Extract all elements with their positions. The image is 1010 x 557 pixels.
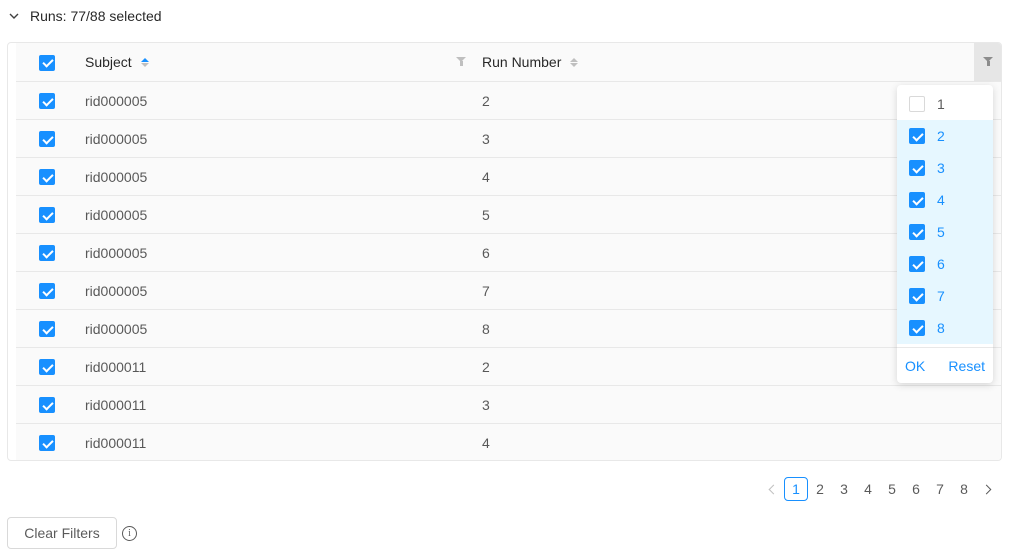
clear-filters-button[interactable]: Clear Filters — [7, 517, 117, 549]
row-select-cell — [16, 81, 78, 120]
row-select-cell — [16, 119, 78, 158]
filter-option-label: 3 — [937, 160, 945, 176]
subject-cell: rid000005 — [78, 119, 475, 158]
row-select-cell — [16, 347, 78, 386]
subject-filter-icon[interactable] — [447, 43, 475, 81]
subject-cell: rid000005 — [78, 81, 475, 120]
filter-reset-button[interactable]: Reset — [948, 358, 985, 374]
select-all-checkbox[interactable] — [39, 54, 55, 71]
page-item[interactable]: 4 — [856, 477, 880, 501]
filter-option[interactable]: 7 — [897, 280, 993, 312]
filter-option-checkbox[interactable] — [909, 96, 925, 112]
row-select-cell — [16, 195, 78, 234]
table-row[interactable]: rid000005 3 — [16, 119, 1001, 158]
table-row[interactable]: rid000011 4 — [16, 423, 1001, 461]
subject-cell: rid000011 — [85, 434, 147, 451]
runs-table: Subject Run Number rid000005 2 rid000005… — [7, 42, 1002, 461]
row-checkbox[interactable] — [39, 169, 55, 186]
filter-option[interactable]: 2 — [897, 120, 993, 152]
row-checkbox[interactable] — [39, 397, 55, 414]
page-item[interactable]: 5 — [880, 477, 904, 501]
filter-option-label: 8 — [937, 320, 945, 336]
row-select-cell — [16, 385, 78, 424]
subject-cell: rid000011 — [78, 347, 475, 386]
filter-option[interactable]: 8 — [897, 312, 993, 344]
info-circle-icon[interactable]: i — [122, 526, 137, 541]
run-number-filter-dropdown: 1 2 3 4 5 6 7 8 OK Reset — [897, 85, 993, 383]
row-select-cell — [16, 271, 78, 310]
page-item[interactable]: 7 — [928, 477, 952, 501]
sort-icon[interactable] — [140, 57, 149, 67]
filter-option-checkbox[interactable] — [909, 256, 925, 272]
filter-option-checkbox[interactable] — [909, 160, 925, 176]
subject-header-label: Subject — [85, 54, 132, 70]
select-all-cell — [16, 43, 78, 82]
runs-panel-header[interactable]: Runs: 77/88 selected — [8, 4, 162, 28]
filter-option[interactable]: 1 — [897, 88, 993, 120]
table-header-row: Subject Run Number — [16, 43, 1001, 82]
filter-option[interactable]: 6 — [897, 248, 993, 280]
row-checkbox[interactable] — [39, 131, 55, 148]
run-number-column-header[interactable]: Run Number — [475, 43, 1001, 82]
row-checkbox[interactable] — [39, 207, 55, 224]
filter-option-label: 6 — [937, 256, 945, 272]
subject-cell: rid000005 — [78, 157, 475, 196]
table-row[interactable]: rid000005 5 — [16, 195, 1001, 234]
filter-dropdown-footer: OK Reset — [897, 347, 993, 383]
filter-option-checkbox[interactable] — [909, 320, 925, 336]
subject-cell: rid000005 — [78, 233, 475, 272]
row-checkbox[interactable] — [39, 245, 55, 262]
table-row[interactable]: rid000005 6 — [16, 233, 1001, 272]
runs-selected-title: Runs: 77/88 selected — [30, 8, 162, 24]
row-checkbox[interactable] — [39, 283, 55, 300]
filter-option-checkbox[interactable] — [909, 224, 925, 240]
subject-cell: rid000005 — [78, 271, 475, 310]
row-checkbox[interactable] — [39, 359, 55, 376]
run-number-cell: 4 — [482, 434, 490, 451]
run-number-header-label: Run Number — [482, 54, 562, 70]
filter-option-label: 4 — [937, 192, 945, 208]
page-item[interactable]: 8 — [952, 477, 976, 501]
subject-cell: rid000005 — [78, 195, 475, 234]
row-checkbox[interactable] — [39, 93, 55, 110]
table-row[interactable]: rid000005 8 — [16, 309, 1001, 348]
table-row[interactable]: rid000005 7 — [16, 271, 1001, 310]
run-number-filter-icon[interactable] — [974, 43, 1001, 81]
page-item[interactable]: 1 — [784, 477, 808, 501]
filter-option-label: 7 — [937, 288, 945, 304]
table-row[interactable]: rid000005 2 — [16, 81, 1001, 120]
sort-icon[interactable] — [570, 57, 579, 67]
pagination: 12345678 — [760, 477, 1000, 501]
subject-cell: rid000005 — [78, 309, 475, 348]
page-item[interactable]: 6 — [904, 477, 928, 501]
page-item[interactable]: 2 — [808, 477, 832, 501]
prev-page-icon[interactable] — [760, 477, 784, 501]
filter-option-label: 2 — [937, 128, 945, 144]
table-row[interactable]: rid000011 3 — [16, 385, 1001, 424]
subject-column-header[interactable]: Subject — [78, 43, 475, 82]
chevron-down-icon[interactable] — [8, 10, 20, 22]
filter-option-label: 1 — [937, 96, 945, 112]
filter-ok-button[interactable]: OK — [905, 358, 925, 374]
subject-cell: rid000011 — [78, 385, 475, 424]
filter-option-checkbox[interactable] — [909, 192, 925, 208]
filter-option[interactable]: 3 — [897, 152, 993, 184]
filter-option[interactable]: 4 — [897, 184, 993, 216]
row-select-cell — [16, 233, 78, 272]
table-row[interactable]: rid000005 4 — [16, 157, 1001, 196]
filter-option-checkbox[interactable] — [909, 288, 925, 304]
run-number-cell: 3 — [475, 385, 1001, 424]
filter-option-label: 5 — [937, 224, 945, 240]
row-select-cell — [16, 157, 78, 196]
table-row[interactable]: rid000011 2 — [16, 347, 1001, 386]
filter-option[interactable]: 5 — [897, 216, 993, 248]
page-item[interactable]: 3 — [832, 477, 856, 501]
row-checkbox[interactable] — [39, 435, 55, 452]
row-select-cell — [16, 424, 78, 461]
row-select-cell — [16, 309, 78, 348]
row-checkbox[interactable] — [39, 321, 55, 338]
filter-option-checkbox[interactable] — [909, 128, 925, 144]
next-page-icon[interactable] — [976, 477, 1000, 501]
